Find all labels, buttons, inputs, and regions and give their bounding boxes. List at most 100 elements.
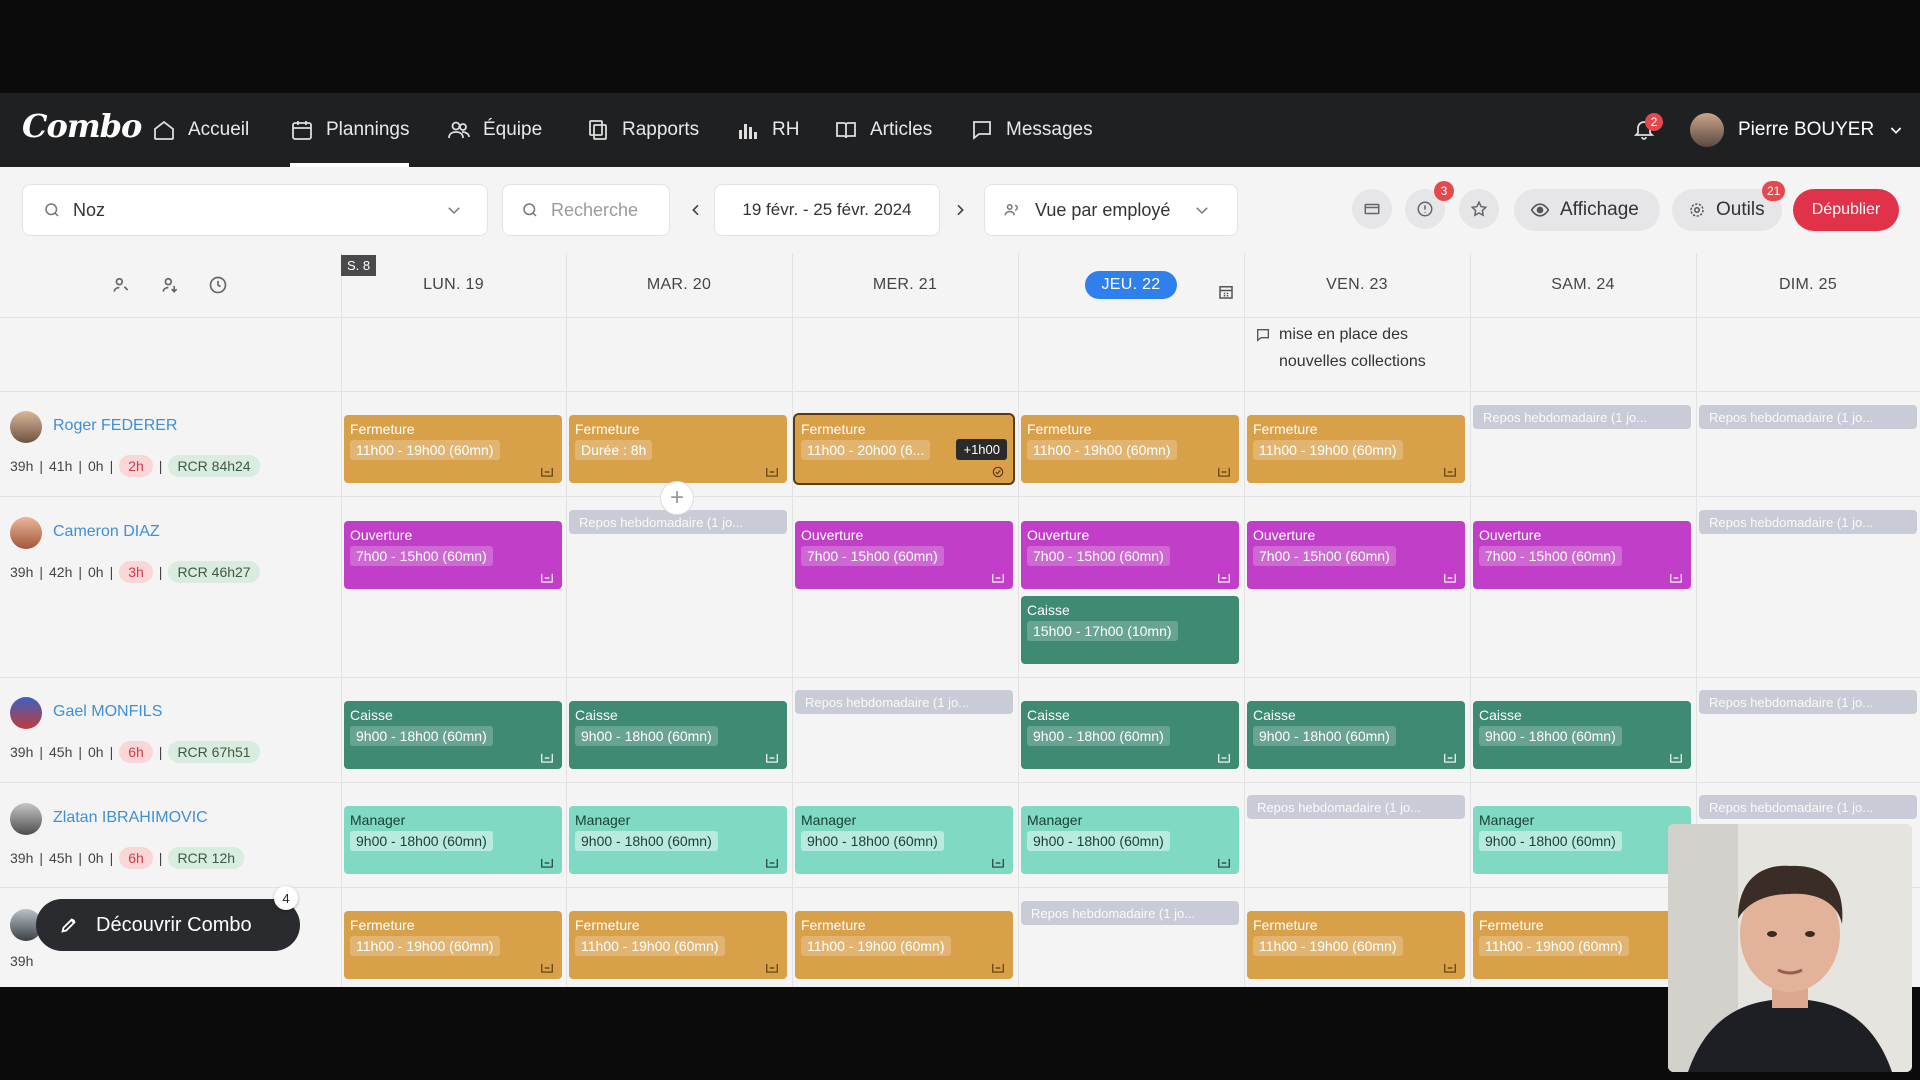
nav-rh[interactable]: RH [736,93,799,167]
break-icon [1444,573,1456,583]
repos-block[interactable]: Repos hebdomadaire (1 jo... [1021,901,1239,925]
calendar-icon [292,121,312,140]
shift-block[interactable]: Manager 9h00 - 18h00 (60mn) [344,806,562,874]
column-divider [566,253,567,987]
shift-block[interactable]: Manager 9h00 - 18h00 (60mn) [1021,806,1239,874]
shift-block[interactable]: Caisse 9h00 - 18h00 (60mn) [344,701,562,769]
overtime-badge: 3h [119,561,153,583]
search-input[interactable]: Recherche [551,200,638,221]
repos-block[interactable]: Repos hebdomadaire (1 jo... [1247,795,1465,819]
break-icon [1444,963,1456,973]
repos-block[interactable]: Repos hebdomadaire (1 jo... [1699,690,1917,714]
event-note[interactable]: mise en place des nouvelles collections [1255,321,1455,375]
employee-search[interactable]: Recherche [502,184,670,236]
reports-icon [589,120,607,140]
shift-block[interactable]: Fermeture 11h00 - 19h00 (60mn) [344,415,562,483]
day-header-tuesday[interactable]: MAR. 20 [566,253,792,317]
shift-block[interactable]: Manager 9h00 - 18h00 (60mn) [569,806,787,874]
shift-block[interactable]: Fermeture Durée : 8h [569,415,787,483]
chevron-down-icon [1890,127,1902,134]
column-divider [792,253,793,987]
avatar [10,697,42,729]
repos-block[interactable]: Repos hebdomadaire (1 jo... [795,690,1013,714]
employee-stats: 39h | 45h | 0h | 6h | RCR 12h [10,847,245,869]
planning-grid: S. 8 LUN. 19 MAR. 20 MER. 21 JEU. 22 VEN… [0,253,1920,987]
employee-name[interactable]: Zlatan IBRAHIMOVIC [53,809,208,827]
overtime-badge: 6h [119,741,153,763]
day-header-friday[interactable]: VEN. 23 [1244,253,1470,317]
employee-name[interactable]: Roger FEDERER [53,417,177,435]
shift-block[interactable]: Caisse 15h00 - 17h00 (10mn) [1021,596,1239,664]
day-header-thursday[interactable]: JEU. 22 [1018,253,1244,317]
shift-block[interactable]: Manager 9h00 - 18h00 (60mn) [795,806,1013,874]
view-select[interactable]: Vue par employé [984,184,1238,236]
shift-block[interactable]: Fermeture 11h00 - 19h00 (60mn) [344,911,562,979]
shift-block[interactable]: Manager 9h00 - 18h00 (60mn) [1473,806,1691,874]
repos-block[interactable]: Repos hebdomadaire (1 jo... [1699,405,1917,429]
comment-icon [1257,329,1269,342]
alerts-badge: 3 [1434,181,1454,201]
shift-block[interactable]: Ouverture 7h00 - 15h00 (60mn) [795,521,1013,589]
day-header-sunday[interactable]: DIM. 25 [1696,253,1920,317]
date-range[interactable]: 19 févr. - 25 févr. 2024 [714,184,940,236]
unpublish-button[interactable]: Dépublier [1793,189,1899,231]
add-shift-button[interactable]: + [660,481,694,515]
shift-block[interactable]: Caisse 9h00 - 18h00 (60mn) [569,701,787,769]
repos-block[interactable]: Repos hebdomadaire (1 jo... [1473,405,1691,429]
nav-label: Accueil [188,119,250,140]
shift-block[interactable]: Ouverture 7h00 - 15h00 (60mn) [1021,521,1239,589]
rcr-badge: RCR 67h51 [168,741,260,763]
user-menu[interactable]: Pierre BOUYER [1690,113,1904,147]
filter-employee-icon[interactable] [111,275,131,295]
repos-block[interactable]: Repos hebdomadaire (1 jo... [1699,795,1917,819]
overtime-badge: 6h [119,847,153,869]
favorites-button[interactable] [1459,189,1499,229]
star-icon [1470,200,1488,217]
shift-block[interactable]: Fermeture 11h00 - 19h00 (60mn) [1247,911,1465,979]
column-divider [1244,253,1245,987]
avatar [10,517,42,549]
employee-stats: 39h | 45h | 0h | 6h | RCR 67h51 [10,741,260,763]
nav-accueil[interactable]: Accueil [152,93,249,167]
column-divider [341,253,342,987]
break-icon [1218,753,1230,763]
previous-week-button[interactable] [688,201,704,219]
discover-combo-button[interactable]: Découvrir Combo [36,899,300,951]
shift-block[interactable]: Ouverture 7h00 - 15h00 (60mn) [1247,521,1465,589]
day-header-monday[interactable]: LUN. 19 [341,253,566,317]
shift-block[interactable]: Fermeture 11h00 - 19h00 (60mn) [1473,911,1691,979]
card-view-button[interactable] [1352,189,1392,229]
shift-block[interactable]: Fermeture 11h00 - 19h00 (60mn) [569,911,787,979]
shift-block[interactable]: Fermeture 11h00 - 19h00 (60mn) [1247,415,1465,483]
shift-block[interactable]: Caisse 9h00 - 18h00 (60mn) [1473,701,1691,769]
employee-name[interactable]: Cameron DIAZ [53,523,160,541]
nav-equipe[interactable]: Équipe [447,93,542,167]
nav-messages[interactable]: Messages [970,93,1093,167]
next-week-button[interactable] [952,201,968,219]
nav-plannings[interactable]: Plannings [290,93,410,167]
shift-block[interactable]: Fermeture 11h00 - 19h00 (60mn) [1021,415,1239,483]
break-icon [766,753,778,763]
repos-block[interactable]: Repos hebdomadaire (1 jo... [1699,510,1917,534]
calendar-grid-icon[interactable] [1217,283,1235,301]
overtime-tag: +1h00 [956,439,1007,460]
shift-block[interactable]: Fermeture 11h00 - 19h00 (60mn) [795,911,1013,979]
employee-name[interactable]: Gael MONFILS [53,703,162,721]
shift-block[interactable]: Caisse 9h00 - 18h00 (60mn) [1247,701,1465,769]
day-header-wednesday[interactable]: MER. 21 [792,253,1018,317]
nav-articles[interactable]: Articles [834,93,932,167]
shift-block-selected[interactable]: Fermeture 11h00 - 20h00 (6... +1h00 [793,413,1015,485]
shift-block[interactable]: Ouverture 7h00 - 15h00 (60mn) [344,521,562,589]
alert-icon [1417,201,1433,217]
shift-block[interactable]: Ouverture 7h00 - 15h00 (60mn) [1473,521,1691,589]
combo-logo[interactable]: Combo [22,107,142,145]
display-button[interactable]: Affichage [1514,189,1660,231]
nav-rapports[interactable]: Rapports [586,93,699,167]
sort-employee-icon[interactable] [160,275,180,295]
users-icon [1004,204,1018,216]
store-select[interactable]: Noz [22,184,488,236]
day-header-saturday[interactable]: SAM. 24 [1470,253,1696,317]
top-navigation: Combo Accueil Plannings Équipe Rapports … [0,93,1920,167]
shift-block[interactable]: Caisse 9h00 - 18h00 (60mn) [1021,701,1239,769]
clock-icon[interactable] [208,275,228,295]
